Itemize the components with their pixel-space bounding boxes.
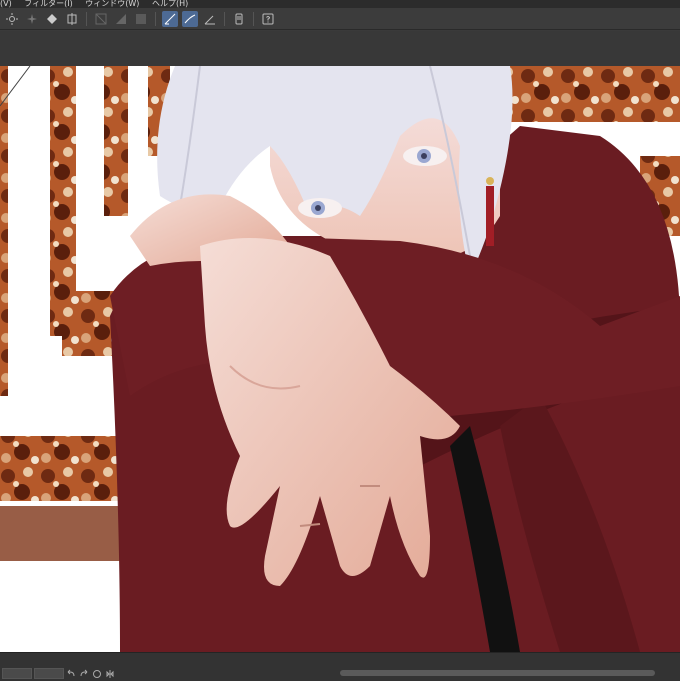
menu-item-help[interactable]: ヘルプ(H): [152, 0, 188, 8]
railing-bar: [104, 66, 128, 216]
tool-property-bar: [0, 31, 680, 67]
drawing-canvas[interactable]: [0, 66, 680, 652]
grid-icon[interactable]: [93, 11, 109, 27]
redo-icon[interactable]: [79, 669, 89, 679]
toolbar-divider: [155, 11, 156, 26]
rust-panel: [510, 66, 680, 122]
flip-icon[interactable]: [105, 669, 115, 679]
toolbar-divider: [86, 11, 87, 26]
rotation-field[interactable]: [34, 668, 64, 679]
sun-icon[interactable]: [4, 11, 20, 27]
diamond-icon[interactable]: [44, 11, 60, 27]
menu-item-filter[interactable]: フィルター(I): [24, 0, 72, 8]
railing-bar: [0, 66, 8, 396]
zoom-field[interactable]: [2, 668, 32, 679]
command-bar: [0, 8, 680, 30]
device-icon[interactable]: [231, 11, 247, 27]
undo-icon[interactable]: [66, 669, 76, 679]
ruler-snap-icon[interactable]: [162, 10, 178, 27]
help-icon[interactable]: [260, 11, 276, 27]
menu-bar: (V) フィルター(I) ウィンドウ(W) ヘルプ(H): [0, 0, 680, 8]
transform-icon[interactable]: [64, 11, 80, 27]
toolbar-divider: [224, 11, 225, 26]
artwork-illustration: [0, 66, 680, 652]
horizontal-scrollbar[interactable]: [340, 670, 655, 676]
ruler-snap-alt-icon[interactable]: [182, 10, 198, 27]
ruler-angle-icon[interactable]: [202, 11, 218, 27]
reset-icon[interactable]: [92, 669, 102, 679]
sparkle-icon[interactable]: [24, 11, 40, 27]
menu-item-view[interactable]: (V): [0, 0, 12, 8]
toolbar-divider: [253, 11, 254, 26]
gradient-icon[interactable]: [113, 11, 129, 27]
square-icon[interactable]: [133, 11, 149, 27]
menu-item-window[interactable]: ウィンドウ(W): [85, 0, 139, 8]
status-bar: [0, 652, 680, 681]
navigator-controls: [2, 668, 118, 679]
